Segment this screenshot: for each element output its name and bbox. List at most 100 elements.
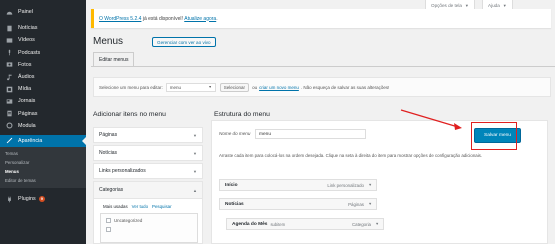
sidebar-item-painel[interactable]: Painel [0, 6, 86, 18]
page-title: Menus [93, 36, 124, 47]
submenu-editor-de-temas[interactable]: Editor de temas [0, 176, 86, 185]
sidebar-item-fotos[interactable]: Fotos [0, 59, 86, 71]
photo-icon [5, 61, 13, 68]
accordion-categories[interactable]: Categorias ▲ [93, 181, 203, 199]
submenu-personalizar[interactable]: Personalizar [0, 158, 86, 167]
accordion-custom-links[interactable]: Links personalizados ▼ [93, 163, 203, 179]
menu-item-title: Início [225, 182, 238, 188]
paintbrush-icon [5, 137, 13, 144]
caret-down-icon: ▼ [502, 2, 507, 8]
menu-item-subtitle: subitem [270, 221, 286, 227]
wordpress-version-link[interactable]: O WordPress 5.2.4 [99, 16, 141, 22]
sidebar-item-label: Notícias [18, 25, 38, 32]
accordion-label: Links personalizados [99, 168, 146, 174]
screen-options-label: Opções de tela [431, 2, 462, 8]
sidebar-item-plugins[interactable]: Plugins 9 [0, 193, 86, 205]
tab-divider [91, 66, 555, 67]
category-checkbox-item[interactable] [106, 227, 197, 232]
media-icon [5, 86, 13, 93]
accordion-label: Páginas [99, 132, 118, 138]
sidebar-item-label: Painel [18, 9, 33, 16]
save-button-highlight [471, 122, 517, 150]
categories-panel: Mais usadas Ver tudo Pesquisar Uncategor… [93, 199, 203, 244]
chevron-up-icon: ▲ [193, 187, 197, 193]
chevron-down-icon: ▼ [193, 150, 197, 156]
menu-item-row[interactable]: Notícias Páginas ▼ [219, 198, 377, 210]
chevron-down-icon: ▼ [193, 168, 197, 174]
select-menu-label: Selecione um menu para editar: [99, 84, 163, 90]
sidebar-item-midia[interactable]: Mídia [0, 83, 86, 95]
menu-item-row[interactable]: Agenda do Mês subitem Categoria ▼ [226, 218, 384, 230]
category-checkbox-item[interactable]: Uncategorized [106, 218, 197, 223]
sidebar-item-label: Áudios [18, 74, 35, 81]
menu-name-label: Nome do menu [219, 131, 251, 136]
sidebar-item-paginas[interactable]: Páginas [0, 108, 86, 120]
chevron-down-icon: ▼ [193, 132, 197, 138]
admin-sidebar: Painel Notícias Vídeos Podcasts Fotos Áu… [0, 0, 86, 244]
chevron-down-icon[interactable]: ▼ [375, 222, 379, 226]
menu-item-title: Notícias [225, 201, 244, 207]
menu-item-row[interactable]: Início Link personalizado ▼ [219, 179, 377, 191]
sidebar-item-label: Jornais [18, 98, 36, 105]
menu-instructions: Arraste cada item para colocá-los na ord… [219, 153, 483, 158]
submenu-temas[interactable]: Temas [0, 149, 86, 158]
menu-item-type: Páginas [348, 201, 364, 207]
tab-search[interactable]: Pesquisar [152, 204, 172, 209]
newspaper-icon [5, 98, 13, 105]
menu-item-type: Link personalizado [327, 182, 364, 188]
menu-select-value: menu [169, 84, 182, 90]
menu-item-title: Agenda do Mês [232, 221, 268, 227]
save-reminder-text: . Não esqueça de salvar as suas alteraçõ… [300, 84, 390, 90]
sidebar-item-jornais[interactable]: Jornais [0, 95, 86, 107]
sidebar-item-aparencia[interactable]: Aparência [0, 134, 86, 148]
select-button[interactable]: Selecionar [219, 82, 250, 92]
sidebar-item-label: Vídeos [18, 37, 35, 44]
sidebar-item-label: Mídia [18, 86, 32, 93]
checkbox[interactable] [106, 227, 111, 232]
sidebar-item-modula[interactable]: Modula [0, 120, 86, 132]
checkbox[interactable] [106, 218, 111, 223]
sidebar-item-videos[interactable]: Vídeos [0, 34, 86, 46]
music-icon [5, 74, 13, 81]
sidebar-item-podcasts[interactable]: Podcasts [0, 47, 86, 59]
menu-select-dropdown[interactable]: menu ▼ [165, 82, 216, 92]
notice-text: já está disponível! [141, 15, 185, 22]
tab-view-all[interactable]: Ver tudo [132, 204, 148, 209]
pin-icon [5, 25, 13, 32]
menu-item-type: Categoria [351, 221, 371, 227]
accordion-pages[interactable]: Páginas ▼ [93, 127, 203, 143]
appearance-submenu: Temas Personalizar Menus Editor de temas [0, 147, 86, 189]
categories-tabs: Mais usadas Ver tudo Pesquisar [103, 204, 172, 209]
tab-edit-menus[interactable]: Editar menus [93, 52, 135, 66]
accordion-label: Notícias [99, 150, 118, 156]
menu-select-bar: Selecione um menu para editar: menu ▼ Se… [93, 77, 551, 97]
sidebar-item-label: Páginas [18, 110, 38, 117]
accordion-noticias[interactable]: Notícias ▼ [93, 145, 203, 161]
chevron-down-icon[interactable]: ▼ [368, 183, 372, 187]
dashboard-icon [5, 9, 13, 16]
tab-most-used[interactable]: Mais usadas [103, 204, 128, 209]
or-text: ou [252, 84, 258, 90]
update-now-link[interactable]: Atualize agora [184, 16, 216, 22]
help-label: Ajuda [488, 2, 500, 8]
sidebar-item-noticias[interactable]: Notícias [0, 22, 86, 34]
sidebar-item-audios[interactable]: Áudios [0, 71, 86, 83]
chevron-down-icon[interactable]: ▼ [368, 202, 372, 206]
sidebar-item-label: Plugins [18, 196, 36, 203]
submenu-menus[interactable]: Menus [0, 167, 86, 176]
categories-checklist: Uncategorized [100, 213, 198, 243]
pages-icon [5, 110, 13, 117]
accordion-label: Categorias [99, 187, 124, 193]
add-items-heading: Adicionar itens no menu [93, 111, 166, 118]
microphone-icon [5, 49, 13, 56]
update-notice: O WordPress 5.2.4 já está disponível! At… [91, 9, 551, 28]
video-icon [5, 37, 13, 44]
sidebar-item-label: Modula [18, 122, 36, 129]
sidebar-item-label: Fotos [18, 61, 32, 68]
menu-structure-heading: Estrutura do menu [214, 111, 270, 118]
create-new-menu-link[interactable]: criar um novo menu [259, 85, 299, 90]
sidebar-item-label: Aparência [18, 137, 43, 144]
manage-live-preview-button[interactable]: Gerenciar com ver ao vivo [152, 37, 216, 47]
menu-name-input[interactable]: menu [255, 129, 366, 139]
plugin-icon [5, 196, 13, 203]
